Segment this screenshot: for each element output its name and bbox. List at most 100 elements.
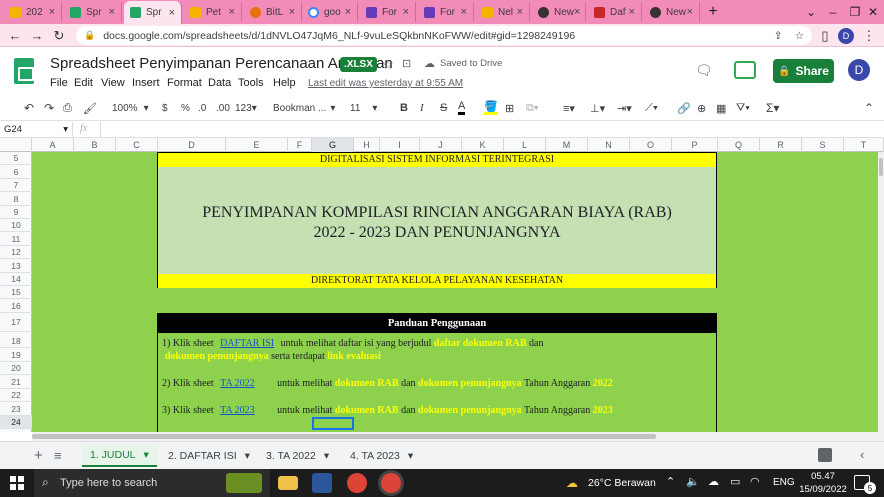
insert-comment-icon[interactable]: ⊕	[697, 100, 706, 116]
url-field[interactable]: 🔒 docs.google.com/spreadsheets/d/1dNVLO4…	[76, 26, 812, 45]
weather-text[interactable]: 26°C Berawan	[588, 477, 656, 489]
vertical-align-icon[interactable]: ⊥▾	[590, 100, 605, 116]
column-header[interactable]: S	[802, 138, 844, 152]
merge-cells-icon[interactable]: ⧉▾	[526, 100, 538, 116]
menu-insert[interactable]: Insert	[132, 77, 160, 89]
word-icon[interactable]	[312, 473, 332, 493]
bold-button[interactable]: B	[400, 100, 408, 116]
row-header[interactable]: 18	[0, 335, 32, 349]
clock-time[interactable]: 05.47	[800, 471, 846, 482]
column-header[interactable]: E	[226, 138, 288, 152]
clock-date[interactable]: 15/09/2022	[796, 484, 850, 495]
row-header[interactable]: 10	[0, 219, 32, 233]
chevron-up-icon[interactable]: ⌃	[666, 475, 675, 488]
formula-input[interactable]	[106, 123, 876, 136]
menu-file[interactable]: File	[50, 77, 68, 89]
strikethrough-button[interactable]: S	[440, 100, 447, 116]
browser-tab-active[interactable]: Spr ×	[124, 1, 182, 24]
insert-chart-icon[interactable]: ▦	[716, 100, 726, 116]
browser-tab[interactable]: For ×	[418, 2, 474, 22]
row-header[interactable]: 20	[0, 362, 32, 376]
row-header[interactable]: 13	[0, 260, 32, 274]
redo-icon[interactable]: ↷	[44, 100, 54, 116]
scroll-thumb[interactable]	[32, 434, 656, 439]
number-format-select[interactable]: 123 ▾	[235, 100, 257, 116]
row-header[interactable]: 8	[0, 193, 32, 207]
text-rotation-icon[interactable]: ⟋▾	[645, 100, 658, 116]
undo-icon[interactable]: ↶	[24, 100, 34, 116]
row-header[interactable]: 23	[0, 403, 32, 417]
close-icon[interactable]: ×	[574, 6, 580, 18]
close-icon[interactable]: ×	[289, 6, 295, 18]
row-header[interactable]: 9	[0, 206, 32, 220]
browser-tab[interactable]: For ×	[360, 2, 416, 22]
star-icon[interactable]: ☆	[795, 30, 804, 42]
column-header[interactable]: A	[32, 138, 74, 152]
link-icon[interactable]: 🔗	[677, 100, 691, 116]
close-icon[interactable]: ×	[461, 6, 467, 18]
browser-tab[interactable]: goo ×	[302, 2, 358, 22]
sheet-tab-active[interactable]: 1. JUDUL ▾	[82, 445, 157, 467]
increase-decimal-button[interactable]: .00	[216, 100, 230, 116]
network-icon[interactable]: ▭	[730, 475, 740, 488]
cloud-icon[interactable]: ☁	[708, 475, 719, 488]
column-header[interactable]: T	[844, 138, 884, 152]
column-header[interactable]: B	[74, 138, 116, 152]
chrome-icon[interactable]	[347, 473, 367, 493]
forward-icon[interactable]: →	[28, 27, 46, 44]
vertical-scrollbar[interactable]	[878, 152, 884, 432]
column-header[interactable]: C	[116, 138, 158, 152]
column-header[interactable]: D	[158, 138, 226, 152]
row-header[interactable]: 17	[0, 313, 32, 332]
column-header[interactable]: O	[630, 138, 672, 152]
close-icon[interactable]: ×	[109, 6, 115, 18]
selected-cell[interactable]	[312, 417, 354, 430]
avatar[interactable]: D	[848, 59, 870, 81]
name-box[interactable]: G24 ▾	[4, 123, 68, 136]
text-color-button[interactable]: A	[458, 100, 466, 115]
horizontal-scrollbar[interactable]	[32, 432, 884, 441]
font-size-select[interactable]: 11 ▾	[350, 100, 377, 116]
close-icon[interactable]: ×	[629, 6, 635, 18]
windows-start-icon[interactable]	[10, 476, 24, 490]
column-header[interactable]: Q	[718, 138, 760, 152]
sheet-tab[interactable]: 4. TA 2023 ▾	[342, 445, 421, 467]
menu-format[interactable]: Format	[167, 77, 202, 89]
currency-button[interactable]: $	[162, 100, 168, 116]
daftar-isi-link[interactable]: DAFTAR ISI	[220, 338, 274, 349]
back-icon[interactable]: ←	[6, 27, 24, 44]
row-header-selected[interactable]: 24	[0, 416, 32, 430]
browser-tab[interactable]: Spr ×	[64, 2, 122, 22]
row-header[interactable]: 11	[0, 233, 32, 247]
browser-tab[interactable]: New ×	[644, 2, 700, 22]
last-edit-link[interactable]: Last edit was yesterday at 9:55 AM	[308, 78, 463, 89]
ta-2022-link[interactable]: TA 2022	[220, 378, 254, 389]
add-sheet-icon[interactable]: +	[34, 447, 43, 464]
column-header-selected[interactable]: G	[312, 138, 354, 152]
sheet-grid[interactable]: DIGITALISASI SISTEM INFORMASI TERINTEGRA…	[0, 152, 878, 432]
column-header[interactable]: I	[380, 138, 420, 152]
side-panel-toggle-icon[interactable]: ‹	[860, 447, 864, 462]
column-header[interactable]: P	[672, 138, 718, 152]
percent-button[interactable]: %	[181, 100, 190, 116]
text-wrap-icon[interactable]: ⇥▾	[617, 100, 632, 116]
taskbar-search[interactable]: ⌕ Type here to search	[34, 469, 270, 497]
column-header[interactable]: M	[546, 138, 588, 152]
font-select[interactable]: Bookman ... ▾	[273, 100, 335, 116]
profile-avatar[interactable]: D	[838, 28, 854, 44]
filter-icon[interactable]: ⛛▾	[736, 100, 750, 116]
close-icon[interactable]: ×	[169, 7, 175, 19]
functions-button[interactable]: Σ ▾	[766, 100, 779, 116]
kebab-menu-icon[interactable]: ⋮	[860, 27, 878, 44]
close-icon[interactable]: ×	[345, 6, 351, 18]
row-header[interactable]: 12	[0, 246, 32, 260]
volume-icon[interactable]: 🔈	[686, 475, 700, 488]
all-sheets-icon[interactable]: ≡	[54, 448, 62, 463]
star-icon[interactable]: ☆	[382, 57, 394, 73]
zoom-select[interactable]: 100% ▾	[112, 100, 149, 116]
browser-tab[interactable]: Pet ×	[184, 2, 242, 22]
paint-format-icon[interactable]: 🖌	[83, 100, 97, 116]
new-tab-button[interactable]: +	[702, 2, 724, 22]
file-explorer-icon[interactable]	[278, 476, 298, 490]
close-icon[interactable]: ×	[49, 6, 55, 18]
